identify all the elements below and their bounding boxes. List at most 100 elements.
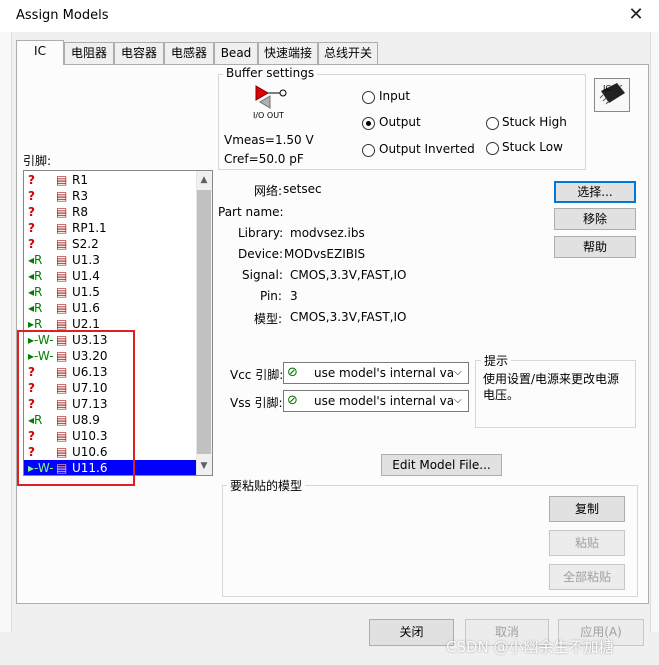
- hint-text: 使用设置/电源来更改电源电压。: [483, 372, 620, 402]
- library-label: Library:: [238, 226, 284, 240]
- paste-model-title: 要粘贴的模型: [227, 477, 306, 494]
- receiver-icon: ◂R: [28, 269, 43, 283]
- watermark-text: CSDN @小幽余生不加糖: [446, 638, 614, 656]
- help-button[interactable]: 帮助: [554, 236, 636, 258]
- paste-button[interactable]: 粘贴: [549, 530, 625, 556]
- list-item-label: RP1.1: [72, 221, 107, 235]
- vmeas-text: Vmeas=1.50 V: [224, 133, 314, 147]
- list-item[interactable]: ◂R ▤ U1.6: [24, 300, 196, 316]
- device-label: Device:: [238, 247, 284, 261]
- radio-stuck-low-label[interactable]: Stuck Low: [502, 140, 563, 154]
- library-value: modvsez.ibs: [290, 226, 365, 240]
- list-item[interactable]: ◂R ▤ U1.3: [24, 252, 196, 268]
- question-icon: ?: [28, 173, 35, 187]
- scroll-up-icon[interactable]: ▲: [196, 172, 212, 189]
- vcc-dropdown-value: use model's internal va: [314, 366, 455, 380]
- list-item[interactable]: ◂R ▤ U1.5: [24, 284, 196, 300]
- list-item-label: R8: [72, 205, 88, 219]
- receiver-icon: ◂R: [28, 253, 43, 267]
- list-item-label: S2.2: [72, 237, 99, 251]
- radio-output-label[interactable]: Output: [379, 115, 421, 129]
- question-icon: ?: [28, 221, 35, 235]
- receiver-icon: ◂R: [28, 285, 43, 299]
- component-icon: ▤: [56, 205, 68, 219]
- vss-dropdown-value: use model's internal va: [314, 394, 455, 408]
- chevron-down-icon: ⌵: [454, 367, 462, 378]
- question-icon: ?: [28, 205, 35, 219]
- receiver-icon: ◂R: [28, 301, 43, 315]
- scroll-thumb[interactable]: [197, 190, 211, 454]
- question-icon: ?: [28, 189, 35, 203]
- list-item[interactable]: ? ▤ S2.2: [24, 236, 196, 252]
- net-label: 网络:: [254, 184, 283, 198]
- model-label: 模型:: [254, 312, 283, 326]
- copy-button[interactable]: 复制: [549, 496, 625, 522]
- tab-ic[interactable]: IC: [16, 40, 64, 65]
- cref-text: Cref=50.0 pF: [224, 152, 304, 166]
- list-item[interactable]: ? ▤ R8: [24, 204, 196, 220]
- list-item[interactable]: ? ▤ R1: [24, 172, 196, 188]
- list-item[interactable]: ? ▤ RP1.1: [24, 220, 196, 236]
- vcc-dropdown[interactable]: ⊘ use model's internal va ⌵: [283, 362, 469, 384]
- paste-all-button[interactable]: 全部粘贴: [549, 564, 625, 590]
- part-name-label: Part name:: [218, 205, 284, 219]
- component-icon: ▤: [56, 237, 68, 251]
- component-icon: ▤: [56, 189, 68, 203]
- signal-value: CMOS,3.3V,FAST,IO: [290, 268, 407, 282]
- question-icon: ?: [28, 237, 35, 251]
- radio-stuck-low[interactable]: [486, 142, 499, 155]
- power-icon: ⊘: [287, 365, 298, 380]
- tab-quick-termination[interactable]: 快速端接: [258, 42, 318, 64]
- select-button[interactable]: 选择...: [554, 181, 636, 203]
- device-value: MODvsEZIBIS: [284, 247, 366, 261]
- buffer-settings-title: Buffer settings: [223, 66, 318, 80]
- remove-button[interactable]: 移除: [554, 208, 636, 230]
- ic-chip-icon: IC: [594, 78, 630, 112]
- list-item-label: R1: [72, 173, 88, 187]
- background-window-right: [650, 32, 659, 632]
- scroll-down-icon[interactable]: ▼: [196, 458, 212, 475]
- hint-title: 提示: [481, 352, 512, 369]
- ground-icon: ⊘: [287, 393, 298, 408]
- tab-bead[interactable]: Bead: [214, 42, 258, 64]
- component-icon: ▤: [56, 221, 68, 235]
- component-icon: ▤: [56, 269, 68, 283]
- net-value: setsec: [283, 182, 322, 196]
- list-item[interactable]: ◂R ▤ U1.4: [24, 268, 196, 284]
- window-title: Assign Models: [16, 8, 109, 23]
- edit-model-file-button[interactable]: Edit Model File...: [381, 454, 502, 476]
- component-icon: ▤: [56, 301, 68, 315]
- radio-output-inverted[interactable]: [362, 144, 375, 157]
- tab-resistor[interactable]: 电阻器: [64, 42, 114, 64]
- signal-label: Signal:: [242, 268, 283, 282]
- list-item-label: U1.3: [72, 253, 100, 267]
- radio-stuck-high[interactable]: [486, 117, 499, 130]
- close-icon[interactable]: ✕: [622, 2, 650, 28]
- radio-stuck-high-label[interactable]: Stuck High: [502, 115, 567, 129]
- component-icon: ▤: [56, 173, 68, 187]
- vss-dropdown[interactable]: ⊘ use model's internal va ⌵: [283, 390, 469, 412]
- tab-capacitor[interactable]: 电容器: [114, 42, 164, 64]
- component-icon: ▤: [56, 285, 68, 299]
- svg-text:IC: IC: [603, 84, 611, 93]
- pin-label: Pin:: [260, 289, 282, 303]
- vss-label: Vss 引脚:: [230, 396, 283, 410]
- pins-label: 引脚:: [23, 154, 52, 168]
- component-icon: ▤: [56, 253, 68, 267]
- list-item-label: U1.5: [72, 285, 100, 299]
- io-buffer-caption: I/O OUT: [253, 111, 284, 120]
- tab-inductor[interactable]: 电感器: [164, 42, 214, 64]
- background-window-left: [0, 32, 12, 632]
- highlight-annotation-box: [17, 330, 135, 486]
- tab-bus-switch[interactable]: 总线开关: [318, 42, 378, 64]
- pin-value: 3: [290, 289, 298, 303]
- model-value: CMOS,3.3V,FAST,IO: [290, 310, 407, 324]
- radio-output[interactable]: [362, 117, 375, 130]
- radio-output-inverted-label[interactable]: Output Inverted: [379, 142, 475, 156]
- list-item-label: R3: [72, 189, 88, 203]
- close-button[interactable]: 关闭: [369, 619, 454, 646]
- list-item-label: U1.4: [72, 269, 100, 283]
- list-item[interactable]: ? ▤ R3: [24, 188, 196, 204]
- radio-input[interactable]: [362, 91, 375, 104]
- radio-input-label[interactable]: Input: [379, 89, 410, 103]
